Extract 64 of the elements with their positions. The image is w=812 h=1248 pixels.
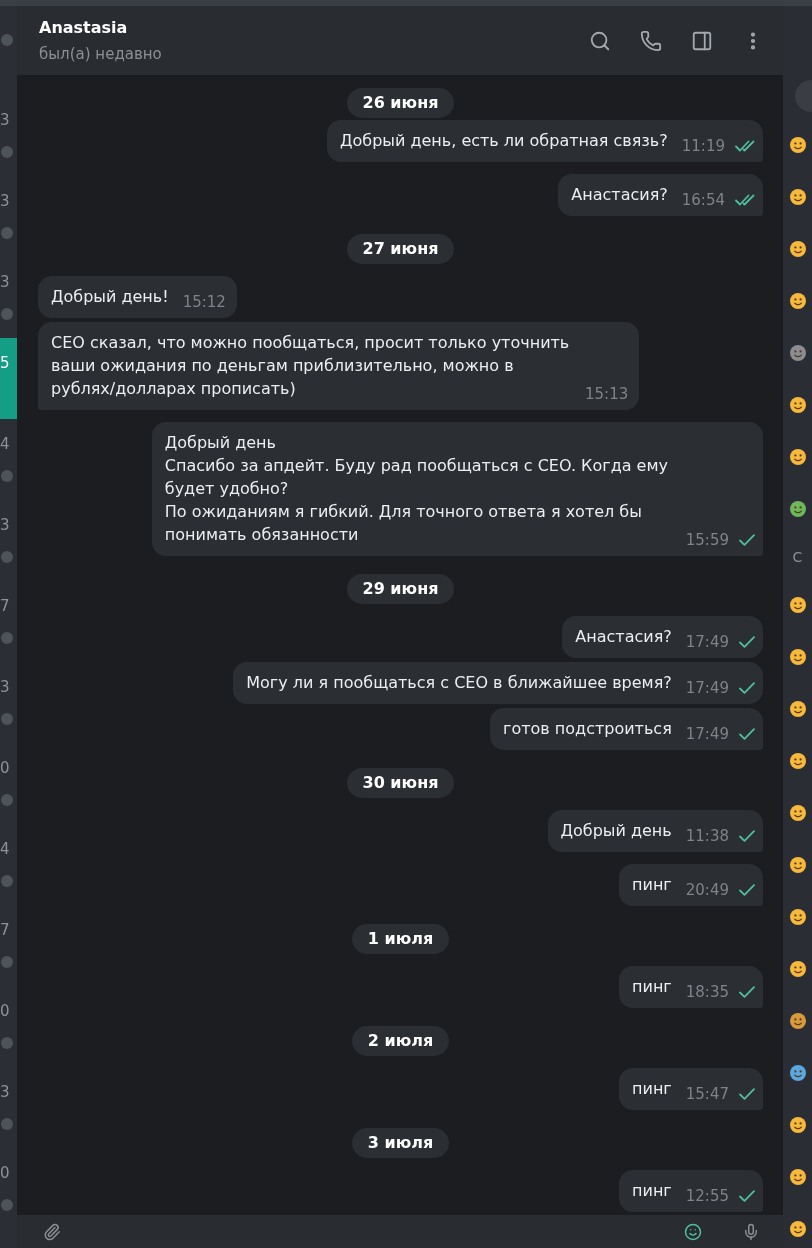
emoji-icon[interactable] — [789, 189, 806, 205]
message-text: Могу ли я пообщаться с CEO в ближайшее время? — [246, 672, 672, 694]
emoji-icon[interactable] — [789, 701, 806, 717]
date-label: 2 июля — [351, 1026, 450, 1056]
emoji-icon[interactable] — [789, 345, 806, 361]
search-icon[interactable] — [589, 29, 611, 52]
message-time: 20:49 — [685, 881, 729, 899]
emoji-icon[interactable] — [789, 1169, 806, 1185]
emoji-icon[interactable] — [789, 909, 806, 925]
message-time: 16:54 — [681, 191, 725, 209]
message-time: 17:49 — [685, 725, 729, 743]
message-time: 15:12 — [182, 293, 226, 311]
message-text: пинг — [632, 976, 672, 998]
paperclip-icon[interactable] — [43, 1222, 61, 1241]
contact-status: был(а) недавно — [39, 43, 162, 64]
emoji-icon[interactable] — [789, 1221, 806, 1237]
message-time: 15:13 — [585, 385, 629, 403]
message-time: 15:47 — [685, 1085, 729, 1103]
date-label: 27 июня — [346, 234, 455, 264]
message-time: 15:59 — [685, 531, 729, 549]
message-text: пинг — [632, 1180, 672, 1202]
message-text: Анастасия? — [575, 626, 672, 648]
date-label: 26 июня — [346, 88, 455, 118]
date-label: 30 июня — [346, 768, 455, 798]
emoji-icon[interactable] — [789, 137, 806, 153]
message-text: Добрый день Спасибо за апдейт. Буду рад пообщаться с CEO. Когда ему будет удобно? По ожиданиям я гибкий. Для точного ответа я хотел бы понимать обязанности — [164, 432, 669, 546]
emoji-icon[interactable] — [789, 1117, 806, 1133]
emoji-icon[interactable] — [789, 753, 806, 769]
emoji-icon[interactable] — [789, 961, 806, 977]
date-label: 29 июня — [346, 574, 455, 604]
date-label: 3 июля — [351, 1128, 450, 1158]
emoji-icon[interactable] — [789, 805, 806, 821]
emoji-icon[interactable] — [789, 501, 806, 517]
message-time: 17:49 — [685, 633, 729, 651]
message-text: готов подстроиться — [503, 718, 672, 740]
message-text: CEO сказал, что можно пообщаться, просит только уточнить ваши ожидания по деньгам приблизительно, можно в рублях/долларах прописать) — [51, 332, 571, 400]
emoji-icon[interactable] — [789, 293, 806, 309]
message-text: Анастасия? — [571, 184, 668, 206]
emoji-icon[interactable] — [789, 1065, 806, 1081]
smile-icon[interactable] — [684, 1222, 702, 1241]
emoji-icon[interactable] — [789, 857, 806, 873]
emoji-icon[interactable] — [789, 241, 806, 257]
microphone-icon[interactable] — [742, 1222, 760, 1241]
emoji-icon[interactable] — [789, 597, 806, 613]
phone-icon[interactable] — [640, 29, 662, 52]
sidebar-icon[interactable] — [691, 29, 713, 52]
emoji-section-label: С — [792, 548, 803, 566]
emoji-icon[interactable] — [789, 1013, 806, 1029]
emoji-icon[interactable] — [789, 649, 806, 665]
message-text: пинг — [632, 1078, 672, 1100]
emoji-icon[interactable] — [789, 397, 806, 413]
chat-list-item[interactable]: 5 — [0, 338, 17, 419]
emoji-icon[interactable] — [789, 449, 806, 465]
message-time: 11:38 — [685, 827, 729, 845]
message-text: пинг — [632, 874, 672, 896]
message-text: Добрый день, есть ли обратная связь? — [340, 130, 668, 152]
message-text: Добрый день! — [51, 286, 169, 308]
message-time: 12:55 — [685, 1187, 729, 1205]
message-time: 11:19 — [681, 137, 725, 155]
date-label: 1 июля — [351, 924, 450, 954]
contact-name: Anastasia — [39, 17, 129, 38]
message-text: Добрый день — [560, 820, 672, 842]
message-time: 18:35 — [685, 983, 729, 1001]
message-time: 17:49 — [685, 679, 729, 697]
